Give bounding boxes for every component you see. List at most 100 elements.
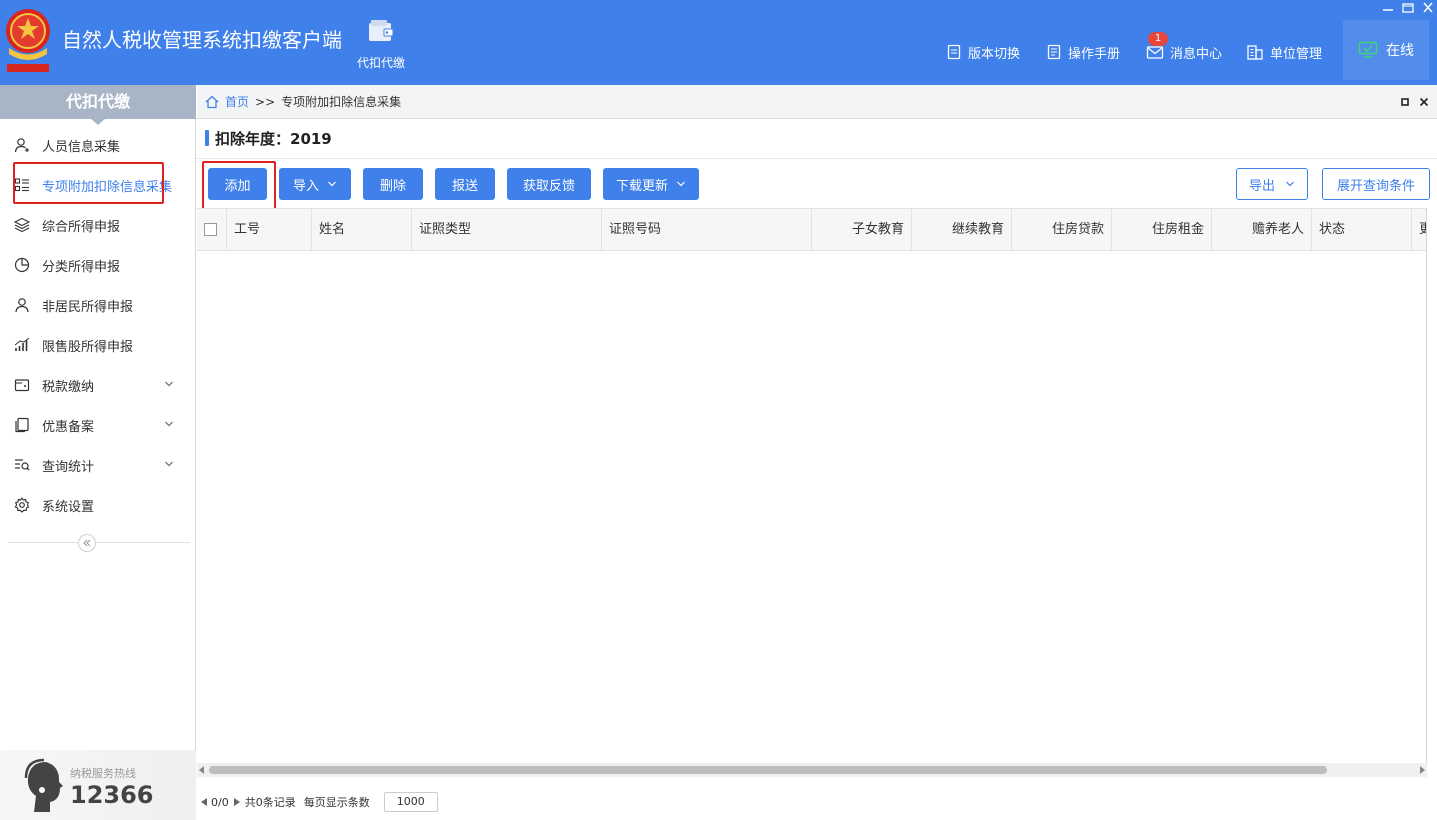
- sidebar-item-query-statistics[interactable]: 查询统计: [0, 445, 196, 485]
- sidebar-collapse-button[interactable]: [78, 534, 96, 552]
- breadcrumb-current: 专项附加扣除信息采集: [281, 95, 402, 109]
- sidebar-item-label: 系统设置: [42, 499, 95, 515]
- deduction-year-title: 扣除年度：2019: [205, 126, 332, 150]
- download-update-button-label: 下载更新: [615, 178, 668, 194]
- restore-icon[interactable]: [1401, 2, 1415, 14]
- column-header[interactable]: 状态: [1312, 209, 1412, 250]
- double-chevron-left-icon: [83, 539, 91, 547]
- per-page-label: 每页显示条数: [303, 796, 370, 809]
- select-all-checkbox[interactable]: [204, 223, 217, 236]
- get-feedback-button[interactable]: 获取反馈: [507, 168, 591, 200]
- breadcrumb-home-link[interactable]: 首页: [225, 93, 249, 110]
- nav-message-center-label: 消息中心: [1170, 46, 1223, 62]
- column-header[interactable]: 赡养老人: [1212, 209, 1312, 250]
- column-header[interactable]: 住房租金: [1112, 209, 1212, 250]
- home-icon: [205, 95, 219, 108]
- horizontal-scrollbar[interactable]: [197, 763, 1427, 777]
- column-header[interactable]: 住房贷款: [1012, 209, 1112, 250]
- highlight-box-add: [202, 161, 276, 214]
- table-header: 工号 姓名 证照类型 证照号码 子女教育 继续教育 住房贷款 住房租金 赡养老人…: [197, 208, 1427, 251]
- online-status-label: 在线: [1386, 43, 1414, 59]
- sidebar-item-preferential-filing[interactable]: 优惠备案: [0, 405, 196, 445]
- mail-icon: [1146, 46, 1164, 59]
- select-all-cell: [197, 209, 227, 250]
- sidebar-item-label: 非居民所得申报: [42, 299, 134, 315]
- delete-button-label: 删除: [379, 178, 406, 194]
- next-page-icon[interactable]: [233, 797, 241, 807]
- hotline-label: 纳税服务热线: [70, 767, 136, 780]
- sidebar-title: 代扣代缴: [0, 85, 196, 125]
- column-header[interactable]: 子女教育: [812, 209, 912, 250]
- user-add-icon: [14, 138, 29, 153]
- close-panel-icon[interactable]: [1419, 97, 1429, 107]
- pie-icon: [14, 257, 30, 273]
- delete-button[interactable]: 删除: [363, 168, 423, 200]
- download-update-button[interactable]: 下载更新: [603, 168, 699, 200]
- sidebar-item-label: 分类所得申报: [42, 259, 121, 275]
- pagination: 0/0 共0条记录 每页显示条数 1000: [200, 792, 438, 812]
- maximize-panel-icon[interactable]: [1400, 97, 1410, 107]
- sidebar-item-classified-income[interactable]: 分类所得申报: [0, 245, 196, 285]
- column-header[interactable]: 工号: [227, 209, 312, 250]
- person-icon: [15, 298, 29, 313]
- sidebar-item-person-info[interactable]: 人员信息采集: [0, 125, 196, 165]
- service-hotline: 纳税服务热线 12366: [0, 750, 196, 820]
- nav-unit-management-label: 单位管理: [1270, 46, 1323, 62]
- close-icon[interactable]: [1421, 2, 1435, 14]
- deduction-year-label: 扣除年度：2019: [215, 129, 332, 148]
- column-header[interactable]: 姓名: [312, 209, 412, 250]
- wallet-icon: [14, 379, 30, 392]
- app-title: 自然人税收管理系统扣缴客户端: [62, 28, 342, 52]
- table-body: [197, 251, 1427, 763]
- submit-button[interactable]: 报送: [435, 168, 495, 200]
- get-feedback-button-label: 获取反馈: [522, 178, 575, 194]
- chevron-down-icon: [328, 181, 336, 187]
- column-header[interactable]: 证照类型: [412, 209, 602, 250]
- bar-chart-icon: [14, 337, 30, 351]
- column-header[interactable]: 继续教育: [912, 209, 1012, 250]
- page-indicator: 0/0: [211, 795, 229, 809]
- nav-version-switch-label: 版本切换: [968, 46, 1021, 62]
- sidebar-item-label: 综合所得申报: [42, 219, 121, 235]
- export-button[interactable]: 导出: [1236, 168, 1308, 200]
- sidebar-item-tax-payment[interactable]: 税款缴纳: [0, 365, 196, 405]
- sidebar-item-comprehensive-income[interactable]: 综合所得申报: [0, 205, 196, 245]
- chevron-down-icon: [677, 181, 685, 187]
- nav-user-manual[interactable]: 操作手册: [1046, 40, 1120, 64]
- column-header[interactable]: 证照号码: [602, 209, 812, 250]
- sidebar-item-system-settings[interactable]: 系统设置: [0, 485, 196, 525]
- sidebar-item-label: 优惠备案: [42, 419, 95, 435]
- scroll-left-icon[interactable]: [199, 766, 205, 774]
- online-status[interactable]: 在线: [1343, 20, 1429, 80]
- import-button[interactable]: 导入: [279, 168, 351, 200]
- national-emblem-icon: [6, 9, 50, 72]
- expand-query-button[interactable]: 展开查询条件: [1322, 168, 1430, 200]
- chevron-down-icon: [165, 381, 173, 387]
- expand-query-button-label: 展开查询条件: [1336, 178, 1415, 194]
- column-header[interactable]: 更: [1412, 209, 1427, 250]
- per-page-input[interactable]: 1000: [383, 792, 438, 812]
- total-records: 共0条记录: [244, 796, 296, 809]
- sidebar-item-nonresident-income[interactable]: 非居民所得申报: [0, 285, 196, 325]
- hotline-number: 12366: [70, 781, 154, 809]
- nav-unit-management[interactable]: 单位管理: [1246, 40, 1322, 64]
- nav-version-switch[interactable]: 版本切换: [946, 40, 1020, 64]
- sidebar-item-label: 限售股所得申报: [42, 339, 134, 355]
- customer-service-icon: [24, 758, 63, 812]
- scroll-right-icon[interactable]: [1419, 766, 1425, 774]
- prev-page-icon[interactable]: [200, 797, 208, 807]
- search-list-icon: [15, 459, 30, 471]
- tab-withholding[interactable]: 代扣代缴: [348, 18, 414, 78]
- sidebar-item-label: 税款缴纳: [42, 379, 95, 395]
- sidebar-item-restricted-stock[interactable]: 限售股所得申报: [0, 325, 196, 365]
- chevron-down-icon: [165, 421, 173, 427]
- manual-icon: [1047, 44, 1061, 60]
- highlight-box-sidebar: [13, 162, 164, 204]
- export-button-label: 导出: [1248, 178, 1275, 194]
- sidebar-title-label: 代扣代缴: [65, 92, 130, 111]
- minimize-icon[interactable]: [1381, 2, 1395, 14]
- document-icon: [947, 44, 961, 60]
- scrollbar-thumb[interactable]: [209, 766, 1327, 774]
- submit-button-label: 报送: [451, 178, 478, 194]
- breadcrumb: 首页 >> 专项附加扣除信息采集: [197, 85, 1437, 119]
